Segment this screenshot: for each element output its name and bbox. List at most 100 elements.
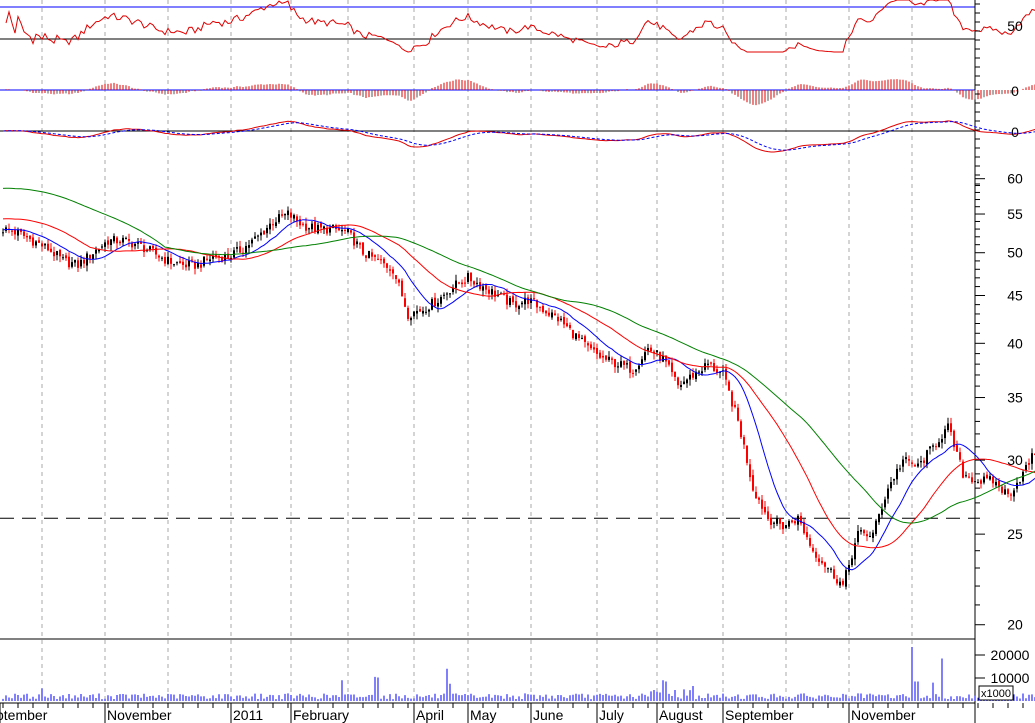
candle-body — [437, 302, 439, 307]
candle-body — [620, 361, 622, 367]
month-label: July — [599, 707, 624, 723]
candle-body — [239, 246, 241, 253]
candle-body — [485, 285, 487, 290]
candle-body — [995, 481, 997, 486]
candle-body — [521, 302, 523, 305]
month-label: June — [533, 707, 564, 723]
candle-body — [932, 445, 934, 447]
candle-body — [179, 261, 181, 264]
candle-body — [125, 237, 127, 239]
candle-body — [509, 298, 511, 305]
candle-body — [446, 293, 448, 295]
candle-body — [287, 210, 289, 216]
candle-body — [917, 463, 919, 467]
candle-body — [1001, 486, 1003, 493]
volume-panel — [2, 646, 1035, 701]
candle-body — [701, 371, 703, 374]
candle-body — [572, 329, 574, 339]
candle-body — [191, 259, 193, 261]
candle-body — [830, 568, 832, 570]
candle-body — [806, 532, 808, 538]
candle-body — [605, 355, 607, 360]
price-tick-label: 60 — [1007, 171, 1023, 187]
candle-body — [590, 344, 592, 349]
candle-body — [599, 352, 601, 358]
candle-body — [977, 482, 979, 484]
candle-body — [161, 257, 163, 259]
candle-body — [941, 439, 943, 443]
candle-body — [551, 312, 553, 318]
candle-body — [362, 242, 364, 255]
candle-body — [419, 309, 421, 312]
candle-body — [650, 347, 652, 352]
candle-body — [596, 347, 598, 354]
candle-body — [779, 518, 781, 524]
candle-body — [50, 248, 52, 252]
panel-frames — [0, 0, 976, 723]
candle-body — [1010, 494, 1012, 496]
candle-body — [629, 361, 631, 373]
candle-body — [290, 212, 292, 218]
candle-body — [53, 252, 55, 257]
candle-body — [929, 446, 931, 449]
candle-body — [992, 476, 994, 484]
candle-body — [200, 264, 202, 268]
candle-body — [548, 312, 550, 316]
candle-body — [530, 298, 532, 303]
moving-average-line — [2, 219, 1035, 571]
candle-body — [143, 245, 145, 253]
candle-body — [602, 355, 604, 358]
candle-body — [908, 459, 910, 461]
candle-body — [23, 231, 25, 236]
candle-body — [71, 262, 73, 267]
candle-body — [608, 356, 610, 360]
candle-body — [317, 224, 319, 234]
candle-body — [503, 294, 505, 296]
candle-body — [890, 482, 892, 489]
candle-body — [185, 264, 187, 268]
candle-body — [686, 379, 688, 384]
rsi-line — [5, 0, 1035, 53]
price-tick-label: 20 — [1007, 617, 1023, 633]
candle-body — [575, 333, 577, 340]
candle-body — [533, 298, 535, 300]
candle-body — [512, 296, 514, 303]
gridlines — [41, 0, 913, 703]
volume-tick-label: 20000 — [991, 647, 1030, 663]
candle-body — [782, 522, 784, 530]
candle-body — [374, 255, 376, 257]
candle-body — [632, 372, 634, 374]
candle-body — [839, 581, 841, 586]
candle-body — [254, 236, 256, 239]
candle-body — [761, 499, 763, 509]
candle-body — [236, 247, 238, 249]
candle-body — [449, 293, 451, 295]
candle-body — [968, 476, 970, 478]
candle-body — [656, 350, 658, 353]
candle-body — [926, 450, 928, 465]
candle-body — [470, 272, 472, 282]
candle-body — [122, 237, 124, 243]
candle-body — [758, 497, 760, 500]
candle-body — [203, 256, 205, 266]
candle-body — [740, 421, 742, 438]
candle-body — [464, 282, 466, 284]
candle-body — [44, 243, 46, 246]
candle-body — [1031, 453, 1033, 464]
candle-body — [1025, 465, 1027, 471]
candle-body — [902, 459, 904, 467]
price-panel — [2, 187, 1035, 590]
candle-body — [869, 535, 871, 537]
candle-body — [641, 359, 643, 364]
candle-body — [689, 374, 691, 380]
candle-body — [398, 279, 400, 283]
candle-body — [26, 235, 28, 238]
candle-body — [581, 337, 583, 339]
candle-body — [269, 223, 271, 230]
candle-body — [440, 296, 442, 304]
candle-body — [305, 223, 307, 231]
candle-body — [311, 223, 313, 230]
stock-chart: 20 25 30 35 40 45 50 55 60 10000 20000 ptember Novem… — [0, 0, 1035, 723]
candle-body — [74, 259, 76, 263]
candle-body — [17, 229, 19, 236]
